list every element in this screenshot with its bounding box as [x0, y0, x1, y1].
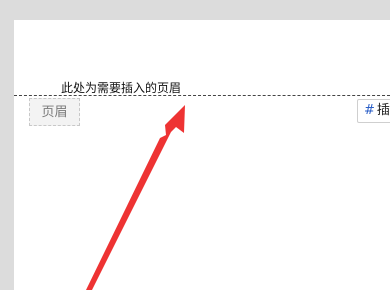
- header-tag: 页眉: [29, 98, 80, 126]
- document-editor: 此处为需要插入的页眉 页眉 # 插: [0, 0, 390, 290]
- insert-header-button[interactable]: # 插: [357, 99, 390, 123]
- header-tag-label: 页眉: [41, 105, 68, 120]
- insert-button-label: 插: [376, 103, 390, 118]
- header-content-text[interactable]: 此处为需要插入的页眉: [61, 79, 181, 96]
- document-page[interactable]: 此处为需要插入的页眉 页眉 # 插: [14, 20, 390, 290]
- header-boundary-line: [14, 95, 390, 96]
- hash-icon: #: [364, 103, 375, 118]
